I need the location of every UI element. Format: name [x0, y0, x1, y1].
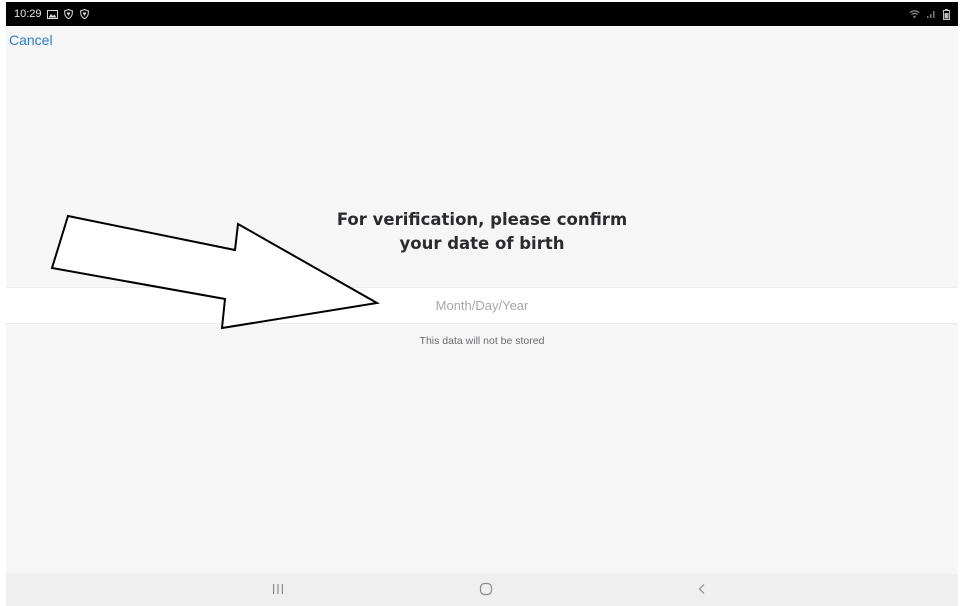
page-title-line-2: your date of birth — [399, 234, 565, 253]
status-left: 10:29 — [14, 8, 90, 20]
wifi-icon — [909, 9, 920, 20]
status-time: 10:29 — [14, 8, 42, 20]
storage-hint: This data will not be stored — [419, 335, 545, 347]
image-icon — [46, 9, 58, 20]
navigation-bar — [6, 574, 958, 606]
shield-icon — [63, 9, 74, 20]
page-title: For verification, please confirm your da… — [6, 208, 958, 256]
recents-button[interactable] — [258, 578, 298, 602]
status-right — [909, 8, 952, 20]
device-screen: 10:29 Cancel For verification, please co… — [6, 2, 958, 606]
home-button[interactable] — [466, 578, 506, 602]
app-header: Cancel — [6, 26, 958, 62]
page-title-line-1: For verification, please confirm — [336, 210, 628, 229]
dob-field-row — [6, 287, 958, 324]
date-of-birth-input[interactable] — [6, 288, 958, 323]
back-button[interactable] — [682, 578, 722, 602]
signal-icon — [925, 9, 936, 20]
shield-icon — [79, 9, 90, 20]
screenshot-frame: 10:29 Cancel For verification, please co… — [0, 0, 964, 606]
back-icon — [697, 583, 707, 598]
cancel-button[interactable]: Cancel — [9, 32, 53, 48]
status-bar: 10:29 — [6, 2, 958, 26]
home-icon — [479, 582, 493, 599]
battery-icon — [941, 8, 952, 20]
recents-icon — [271, 583, 285, 598]
